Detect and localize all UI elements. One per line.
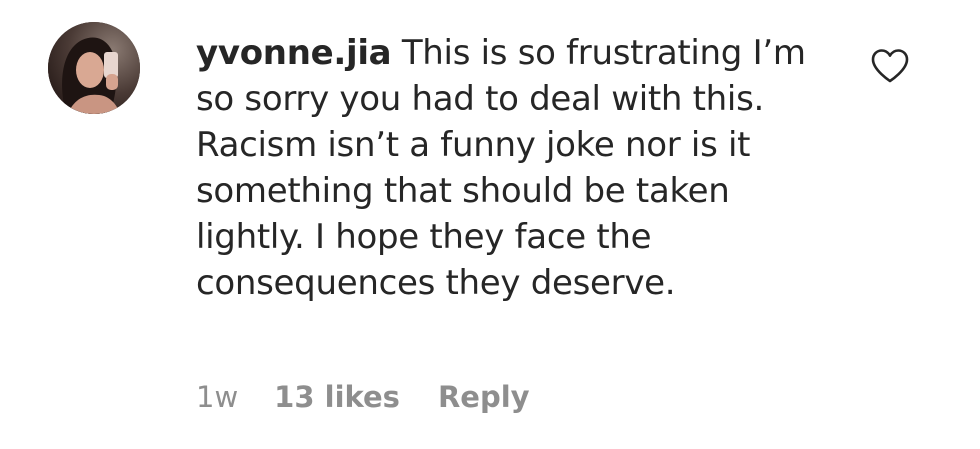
comment-text: This is so frustrating I’m so sorry you … [196,33,806,303]
likes-count[interactable]: 13 likes [274,380,400,414]
username-link[interactable]: yvonne.jia [196,33,392,73]
timestamp[interactable]: 1w [196,380,238,414]
comment-item: yvonne.jia This is so frustrating I’m so… [0,0,980,449]
avatar-photo [48,22,140,114]
comment-meta: 1w 13 likes Reply [196,380,530,414]
avatar[interactable] [48,22,140,114]
like-button[interactable] [870,48,910,84]
reply-button[interactable]: Reply [438,380,530,414]
comment-body: yvonne.jia This is so frustrating I’m so… [196,30,836,306]
heart-outline-icon [871,49,909,83]
